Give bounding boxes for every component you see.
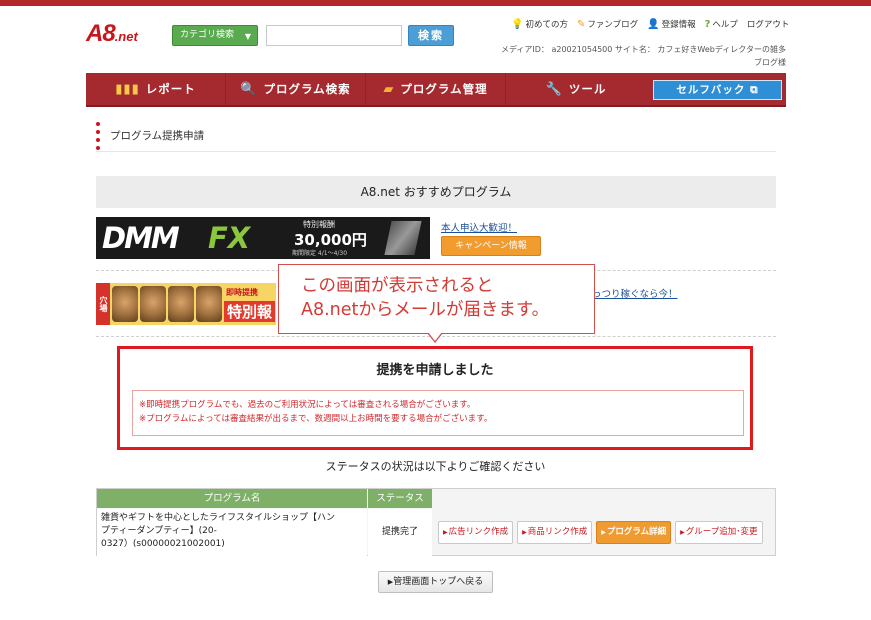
cat-image xyxy=(112,286,138,322)
top-links: 💡 初めての方 ✎ ファンブログ 👤 登録情報 ? ヘルプ ログアウト xyxy=(511,18,790,31)
chevron-down-icon: ▼ xyxy=(244,32,251,41)
callout-line1: この画面が表示されると xyxy=(301,276,494,296)
chart-icon: ▮▮▮ xyxy=(115,81,140,97)
banner-tab: 穴場 xyxy=(96,283,110,325)
search-button[interactable]: 検索 xyxy=(408,25,454,46)
banner-sokuji: 即時提携 xyxy=(226,288,258,297)
callout-line2: A8.netからメールが届きます。 xyxy=(301,300,550,320)
triangle-right-icon: ▶ xyxy=(680,529,685,536)
window-icon: ⧉ xyxy=(750,84,759,96)
logo-main: A8 xyxy=(86,20,116,47)
status-cell: 提携完了 xyxy=(368,509,432,556)
campaign-info-button[interactable]: キャンペーン情報 xyxy=(441,236,541,256)
notice-line: ※プログラムによっては審査結果が出るまで、数週間以上お時間を要する場合がございま… xyxy=(139,414,493,424)
notice-box: ※即時提携プログラムでも、過去のご利用状況によっては審査される場合がございます。… xyxy=(132,390,744,436)
a8-logo[interactable]: A8.net xyxy=(86,20,156,47)
lightbulb-icon: 💡 xyxy=(511,18,524,30)
page-title: プログラム提携申請 xyxy=(110,130,205,142)
program-table: プログラム名 ステータス 雑貨やギフトを中心としたライフスタイルショップ【ハン … xyxy=(96,488,776,556)
link-first-time[interactable]: 💡 初めての方 xyxy=(511,18,568,31)
title-accent xyxy=(96,122,100,150)
link-help[interactable]: ? ヘルプ xyxy=(704,18,738,31)
group-edit-button[interactable]: ▶グループ追加･変更 xyxy=(675,521,763,544)
recommend-heading: A8.net おすすめプログラム xyxy=(96,176,776,208)
link-logout[interactable]: ログアウト xyxy=(747,18,790,30)
banner-brand-fx: FX xyxy=(208,221,251,255)
triangle-right-icon: ▶ xyxy=(522,529,527,536)
divider xyxy=(96,151,776,152)
result-title: 提携を申請しました xyxy=(376,363,494,378)
magnifier-icon: 🔍 xyxy=(240,81,258,97)
banner-brand-dmm: DMM xyxy=(102,221,180,255)
banner-limit: 期間限定 4/1〜4/30 xyxy=(292,250,348,257)
nav-report[interactable]: ▮▮▮ レポート xyxy=(86,73,226,105)
back-to-top-button[interactable]: ▶管理画面トップへ戻る xyxy=(378,571,493,593)
ad-link-button[interactable]: ▶広告リンク作成 xyxy=(438,521,514,544)
callout-annotation: この画面が表示されると A8.netからメールが届きます。 xyxy=(278,264,595,334)
cat-images xyxy=(112,286,222,322)
phone-image xyxy=(384,221,422,255)
search-input[interactable] xyxy=(266,25,402,46)
category-search-label: カテゴリ検索 xyxy=(180,30,235,40)
logo-sub: .net xyxy=(114,29,138,44)
program-detail-button[interactable]: ▶プログラム詳細 xyxy=(596,521,672,544)
media-info: メディアID： a20021054500 サイト名： カフェ好きWebディレクタ… xyxy=(500,45,786,67)
triangle-right-icon: ▶ xyxy=(443,529,448,536)
row-actions: ▶広告リンク作成 ▶商品リンク作成 ▶プログラム詳細 ▶グループ追加･変更 xyxy=(438,509,763,556)
cat-image xyxy=(140,286,166,322)
cat-banner[interactable]: 穴場 即時提携 特別報 xyxy=(96,283,276,325)
top-stripe xyxy=(0,0,871,6)
pencil-icon: ✎ xyxy=(576,18,586,30)
nav-program-management[interactable]: ▰ プログラム管理 xyxy=(366,73,506,105)
callout-tail-inner xyxy=(428,332,442,341)
status-note: ステータスの状況は以下よりご確認ください xyxy=(325,460,546,473)
banner2-link[interactable]: っつり稼ぐなら今！ xyxy=(592,286,678,300)
application-result-box: 提携を申請しました ※即時提携プログラムでも、過去のご利用状況によっては審査され… xyxy=(117,346,753,450)
dmm-fx-banner[interactable]: DMM FX 特別報酬 30,000円 期間限定 4/1〜4/30 xyxy=(96,217,430,259)
column-header-name: プログラム名 xyxy=(97,489,367,508)
notice-line: ※即時提携プログラムでも、過去のご利用状況によっては審査される場合がございます。 xyxy=(139,400,476,410)
nav-program-search[interactable]: 🔍 プログラム検索 xyxy=(226,73,366,105)
link-fan-blog[interactable]: ✎ ファンブログ xyxy=(576,18,638,31)
cat-image xyxy=(196,286,222,322)
column-header-status: ステータス xyxy=(368,489,432,508)
banner1-link[interactable]: 本人申込大歓迎！ xyxy=(441,220,517,234)
product-link-button[interactable]: ▶商品リンク作成 xyxy=(517,521,593,544)
program-name-cell: 雑貨やギフトを中心としたライフスタイルショップ【ハン プティーダンプティー】(2… xyxy=(97,509,367,556)
question-icon: ? xyxy=(704,18,711,30)
banner-amount: 30,000円 xyxy=(294,231,367,249)
person-icon: 👤 xyxy=(647,18,660,30)
selfback-button[interactable]: セルフバック ⧉ xyxy=(653,80,782,100)
wrench-icon: 🔧 xyxy=(545,81,563,97)
link-registration[interactable]: 👤 登録情報 xyxy=(647,18,695,31)
nav-tools[interactable]: 🔧 ツール xyxy=(506,73,646,105)
cat-image xyxy=(168,286,194,322)
banner-tokubetsu: 特別報 xyxy=(224,301,276,322)
category-search-button[interactable]: カテゴリ検索 ▼ xyxy=(172,25,258,46)
folder-icon: ▰ xyxy=(383,81,395,97)
triangle-right-icon: ▶ xyxy=(601,529,606,536)
